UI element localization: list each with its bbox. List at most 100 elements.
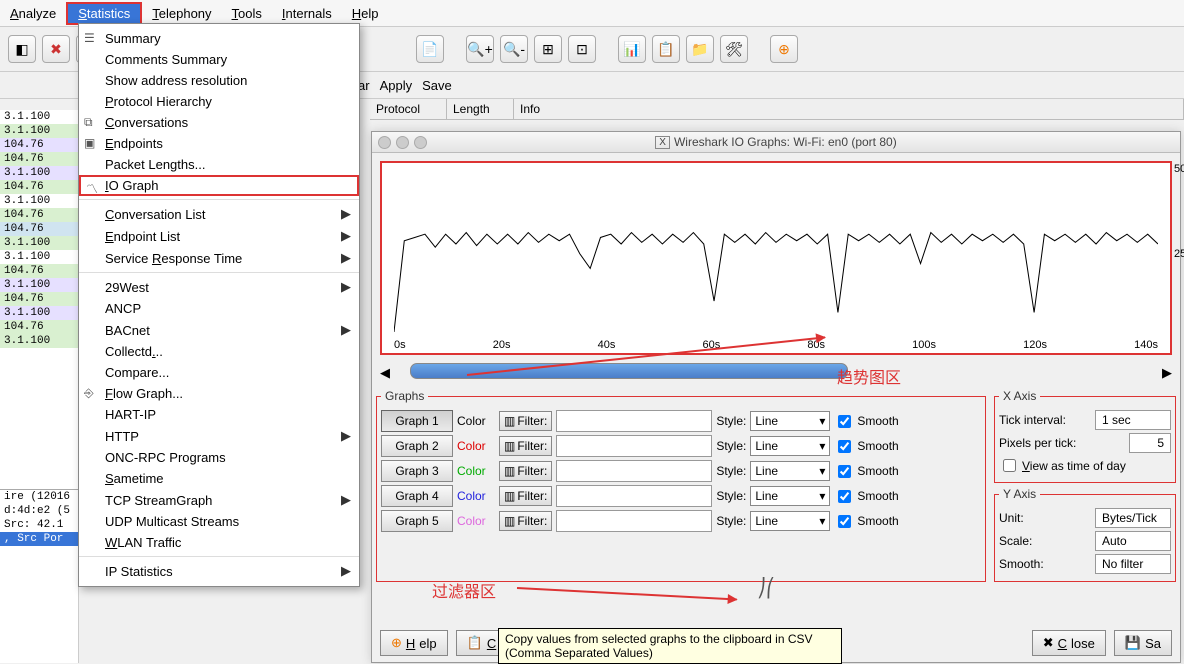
menu-help[interactable]: Help	[342, 4, 389, 23]
smooth-checkbox-5[interactable]: Smooth	[834, 512, 898, 531]
style-select-2[interactable]: Line ▾	[750, 436, 830, 456]
menu-item-io-graph[interactable]: 〽IO Graph	[79, 175, 359, 196]
packet-row[interactable]: 3.1.100	[0, 166, 78, 180]
filter-input-4[interactable]	[556, 485, 712, 507]
menu-item-ip-statistics[interactable]: IP Statistics▶	[79, 560, 359, 582]
menu-item-packet-lengths-[interactable]: Packet Lengths...	[79, 154, 359, 175]
menu-item-show-address-resolution[interactable]: Show address resolution	[79, 70, 359, 91]
smooth-checkbox-1[interactable]: Smooth	[834, 412, 898, 431]
toolbar-btn[interactable]: 📁	[686, 35, 714, 63]
packet-row[interactable]: 104.76	[0, 320, 78, 334]
menu-item-bacnet[interactable]: BACnet▶	[79, 319, 359, 341]
packet-row[interactable]: 3.1.100	[0, 334, 78, 348]
smooth-checkbox-3[interactable]: Smooth	[834, 462, 898, 481]
zoom-out-icon[interactable]: 🔍-	[500, 35, 528, 63]
window-controls[interactable]	[378, 136, 427, 149]
window-titlebar[interactable]: X Wireshark IO Graphs: Wi-Fi: en0 (port …	[372, 132, 1180, 153]
filter-button-3[interactable]: ▥Filter:	[499, 461, 552, 481]
filter-button-4[interactable]: ▥Filter:	[499, 486, 552, 506]
filter-input-1[interactable]	[556, 410, 712, 432]
menu-item-hart-ip[interactable]: HART-IP	[79, 404, 359, 425]
graph-toggle-4[interactable]: Graph 4	[381, 485, 453, 507]
packet-row[interactable]: 3.1.100	[0, 306, 78, 320]
tick-interval-select[interactable]: 1 sec	[1095, 410, 1171, 430]
menu-statistics[interactable]: Statistics	[66, 2, 142, 25]
menu-internals[interactable]: Internals	[272, 4, 342, 23]
filter-input-5[interactable]	[556, 510, 712, 532]
packet-row[interactable]: 3.1.100	[0, 250, 78, 264]
packet-row[interactable]: 3.1.100	[0, 278, 78, 292]
help-icon[interactable]: ⊕	[770, 35, 798, 63]
menu-item-29west[interactable]: 29West▶	[79, 276, 359, 298]
time-of-day-checkbox[interactable]: View as time of day	[999, 456, 1126, 475]
menu-item-protocol-hierarchy[interactable]: Protocol Hierarchy	[79, 91, 359, 112]
slider-handle-icon[interactable]: ⎠⎛	[757, 578, 775, 599]
menu-item-wlan-traffic[interactable]: WLAN Traffic	[79, 532, 359, 553]
save-button[interactable]: 💾Sa	[1114, 630, 1172, 656]
packet-row[interactable]: 3.1.100	[0, 194, 78, 208]
menu-item-sametime[interactable]: Sametime	[79, 468, 359, 489]
packet-row[interactable]: 3.1.100	[0, 110, 78, 124]
toolbar-btn-close[interactable]: ✖	[42, 35, 70, 63]
style-select-3[interactable]: Line ▾	[750, 461, 830, 481]
menu-item-ancp[interactable]: ANCP	[79, 298, 359, 319]
menu-item-summary[interactable]: ☰Summary	[79, 28, 359, 49]
menu-item-conversations[interactable]: ⧉Conversations	[79, 112, 359, 133]
menu-tools[interactable]: Tools	[222, 4, 272, 23]
menu-item-udp-multicast-streams[interactable]: UDP Multicast Streams	[79, 511, 359, 532]
scale-select[interactable]: Auto	[1095, 531, 1171, 551]
smooth-select[interactable]: No filter	[1095, 554, 1171, 574]
graph-toggle-2[interactable]: Graph 2	[381, 435, 453, 457]
smooth-checkbox-4[interactable]: Smooth	[834, 487, 898, 506]
menu-item-comments-summary[interactable]: Comments Summary	[79, 49, 359, 70]
close-button[interactable]: ✖Close	[1032, 630, 1106, 656]
filter-input-3[interactable]	[556, 460, 712, 482]
packet-row[interactable]: 104.76	[0, 208, 78, 222]
zoom-fit-icon[interactable]: ⊞	[534, 35, 562, 63]
menu-item-service-response-time[interactable]: Service Response Time▶	[79, 247, 359, 269]
filter-button-1[interactable]: ▥Filter:	[499, 411, 552, 431]
settings-icon[interactable]: 🛠	[720, 35, 748, 63]
packet-list[interactable]: 3.1.1003.1.100 104.76 104.763.1.100 104.…	[0, 110, 79, 663]
menu-item-tcp-streamgraph[interactable]: TCP StreamGraph▶	[79, 489, 359, 511]
toolbar-btn[interactable]: 📊	[618, 35, 646, 63]
style-select-1[interactable]: Line ▾	[750, 411, 830, 431]
packet-row[interactable]: 3.1.100	[0, 236, 78, 250]
packet-row[interactable]: 104.76	[0, 292, 78, 306]
chart-area[interactable]: 500 250 0s20s40s60s80s100s120s140s	[380, 161, 1172, 355]
save-button[interactable]: Save	[422, 78, 452, 93]
toolbar-btn[interactable]: 📋	[652, 35, 680, 63]
graph-toggle-5[interactable]: Graph 5	[381, 510, 453, 532]
packet-row[interactable]: 3.1.100	[0, 124, 78, 138]
menu-item-conversation-list[interactable]: Conversation List▶	[79, 203, 359, 225]
pixels-per-tick-input[interactable]: 5	[1129, 433, 1171, 453]
scroll-left-icon[interactable]: ◀	[380, 365, 390, 381]
graph-toggle-3[interactable]: Graph 3	[381, 460, 453, 482]
menu-item-endpoint-list[interactable]: Endpoint List▶	[79, 225, 359, 247]
apply-button[interactable]: Apply	[380, 78, 413, 93]
smooth-checkbox-2[interactable]: Smooth	[834, 437, 898, 456]
menu-item-collectd-[interactable]: Collectd...	[79, 341, 359, 362]
menu-telephony[interactable]: Telephony	[142, 4, 221, 23]
menu-item-flow-graph-[interactable]: ⎆Flow Graph...	[79, 383, 359, 404]
unit-select[interactable]: Bytes/Tick	[1095, 508, 1171, 528]
graph-toggle-1[interactable]: Graph 1	[381, 410, 453, 432]
packet-row[interactable]: 104.76	[0, 264, 78, 278]
packet-row[interactable]: 104.76	[0, 152, 78, 166]
chart-scrollbar[interactable]	[410, 363, 848, 379]
filter-input-2[interactable]	[556, 435, 712, 457]
help-button[interactable]: ⊕Help	[380, 630, 448, 656]
menu-item-endpoints[interactable]: ▣Endpoints	[79, 133, 359, 154]
zoom-in-icon[interactable]: 🔍+	[466, 35, 494, 63]
style-select-5[interactable]: Line ▾	[750, 511, 830, 531]
toolbar-btn[interactable]: 📄	[416, 35, 444, 63]
packet-row[interactable]: 104.76	[0, 222, 78, 236]
toolbar-btn[interactable]: ⊡	[568, 35, 596, 63]
menu-item-http[interactable]: HTTP▶	[79, 425, 359, 447]
packet-row[interactable]: 104.76	[0, 180, 78, 194]
filter-button-5[interactable]: ▥Filter:	[499, 511, 552, 531]
filter-button-2[interactable]: ▥Filter:	[499, 436, 552, 456]
scroll-right-icon[interactable]: ▶	[1162, 365, 1172, 381]
menu-item-onc-rpc-programs[interactable]: ONC-RPC Programs	[79, 447, 359, 468]
menu-item-compare-[interactable]: Compare...	[79, 362, 359, 383]
